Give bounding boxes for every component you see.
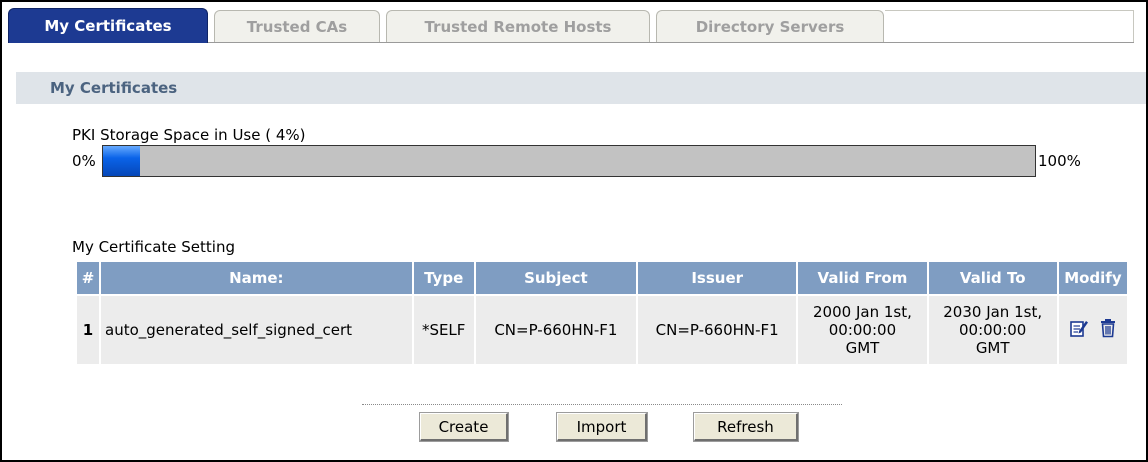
col-header-name: Name: [101,262,412,294]
cell-subject: CN=P-660HN-F1 [475,296,637,364]
col-header-valid-to: Valid To [928,262,1057,294]
create-button[interactable]: Create [420,413,508,441]
valid-to-zone: GMT [975,339,1010,357]
col-header-modify: Modify [1058,262,1127,294]
certificate-setting-label: My Certificate Setting [72,238,235,256]
cell-modify [1058,296,1127,364]
tab-bar: My Certificates Trusted CAs Trusted Remo… [8,8,1134,43]
section-title: My Certificates [50,79,178,97]
valid-from-zone: GMT [845,339,880,357]
storage-usage-fill [103,146,141,176]
tab-bar-filler [885,10,1134,42]
refresh-button[interactable]: Refresh [694,413,798,441]
section-header: My Certificates [16,72,1146,104]
valid-from-time: 00:00:00 [828,321,897,339]
col-header-number: # [77,262,100,294]
cell-valid-to: 2030 Jan 1st, 00:00:00 GMT [928,296,1057,364]
button-divider [362,404,842,405]
pki-storage-label: PKI Storage Space in Use ( 4%) [72,126,306,144]
tab-directory-servers[interactable]: Directory Servers [656,10,884,42]
tab-trusted-cas[interactable]: Trusted CAs [214,10,380,42]
delete-icon[interactable] [1099,318,1117,338]
valid-to-time: 00:00:00 [958,321,1027,339]
cell-valid-from: 2000 Jan 1st, 00:00:00 GMT [798,296,927,364]
cell-issuer: CN=P-660HN-F1 [638,296,797,364]
storage-min-label: 0% [72,152,96,170]
certificates-panel: My Certificates Trusted CAs Trusted Remo… [0,0,1148,462]
cell-number: 1 [77,296,100,364]
storage-max-label: 100% [1038,152,1081,170]
storage-usage-bar [102,145,1036,177]
cell-type: *SELF [413,296,474,364]
certificate-table: # Name: Type Subject Issuer Valid From V… [75,260,1129,366]
tab-trusted-remote-hosts[interactable]: Trusted Remote Hosts [386,10,650,42]
tab-my-certificates[interactable]: My Certificates [8,8,208,43]
edit-icon[interactable] [1069,318,1089,338]
table-header-row: # Name: Type Subject Issuer Valid From V… [77,262,1127,294]
valid-from-date: 2000 Jan 1st, [813,303,912,321]
cell-name: auto_generated_self_signed_cert [101,296,412,364]
col-header-issuer: Issuer [638,262,797,294]
import-button[interactable]: Import [557,413,647,441]
col-header-subject: Subject [475,262,637,294]
col-header-type: Type [413,262,474,294]
valid-to-date: 2030 Jan 1st, [943,303,1043,321]
col-header-valid-from: Valid From [798,262,927,294]
table-row: 1 auto_generated_self_signed_cert *SELF … [77,296,1127,364]
